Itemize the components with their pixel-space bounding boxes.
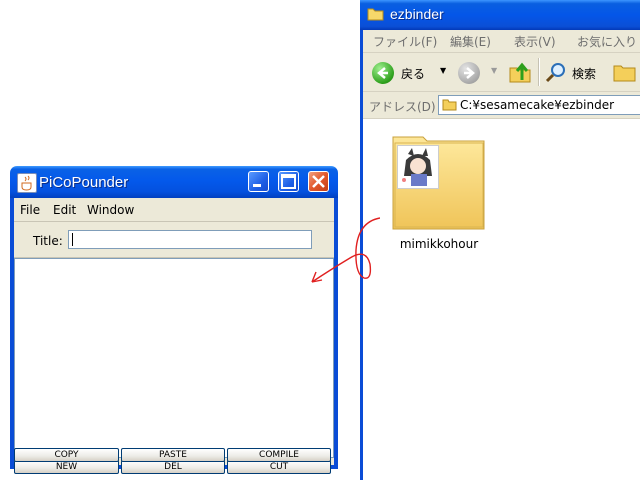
window-content: File Edit Window Title: NEW DEL CUT xyxy=(14,198,334,474)
menu-window[interactable]: Window xyxy=(87,203,134,217)
explorer-toolbar: 戻る ▼ ▼ 検索 xyxy=(363,53,640,92)
title-row: Title: xyxy=(14,223,334,258)
minimize-icon xyxy=(253,184,261,187)
menu-file[interactable]: ファイル(F) xyxy=(373,33,437,50)
menubar: File Edit Window xyxy=(14,198,334,222)
del-button[interactable]: DEL xyxy=(121,460,225,474)
forward-dropdown-icon[interactable]: ▼ xyxy=(491,66,497,75)
address-bar: アドレス(D) C:¥sesamecake¥ezbinder xyxy=(363,92,640,119)
compile-button[interactable]: COMPILE xyxy=(227,448,331,462)
menu-edit[interactable]: 編集(E) xyxy=(450,33,491,50)
explorer-title: ezbinder xyxy=(390,6,444,22)
back-button[interactable] xyxy=(372,62,394,84)
title-label: Title: xyxy=(33,234,63,248)
picopounder-window: PiCoPounder File Edit Window Title: NEW … xyxy=(10,166,338,474)
text-caret xyxy=(72,233,73,246)
explorer-titlebar[interactable]: ezbinder xyxy=(360,0,640,30)
folders-icon[interactable] xyxy=(613,62,637,82)
toolbar-separator xyxy=(538,58,540,86)
window-frame: File Edit Window Title: NEW DEL CUT xyxy=(10,198,338,474)
menu-file[interactable]: File xyxy=(20,203,40,217)
menu-view[interactable]: 表示(V) xyxy=(514,33,556,50)
folder-name[interactable]: mimikkohour xyxy=(384,237,494,251)
folder-icon xyxy=(442,99,457,111)
search-icon[interactable] xyxy=(544,61,568,85)
maximize-icon xyxy=(281,174,296,189)
back-label[interactable]: 戻る xyxy=(401,65,425,82)
back-dropdown-icon[interactable]: ▼ xyxy=(440,66,446,75)
explorer-menubar: ファイル(F) 編集(E) 表示(V) お気に入り xyxy=(363,30,640,53)
minimize-button[interactable] xyxy=(248,171,269,192)
annotation-arrow-icon xyxy=(311,217,380,283)
title-input[interactable] xyxy=(68,230,312,249)
editor-textarea[interactable] xyxy=(14,258,334,458)
folder-up-icon[interactable] xyxy=(508,60,532,84)
menu-favorites[interactable]: お気に入り xyxy=(577,33,637,50)
address-input[interactable]: C:¥sesamecake¥ezbinder xyxy=(438,95,640,115)
close-button[interactable] xyxy=(308,171,329,192)
java-cup-icon xyxy=(17,173,37,193)
folder-thumbnail-image xyxy=(397,145,439,189)
close-icon xyxy=(312,175,325,188)
paste-button[interactable]: PASTE xyxy=(121,448,225,462)
cut-button[interactable]: CUT xyxy=(227,460,331,474)
character-thumbnail-icon xyxy=(402,148,432,186)
menu-edit[interactable]: Edit xyxy=(53,203,76,217)
address-value: C:¥sesamecake¥ezbinder xyxy=(460,98,615,112)
arrow-left-icon xyxy=(377,67,388,79)
new-button[interactable]: NEW xyxy=(14,460,119,474)
search-label[interactable]: 検索 xyxy=(572,65,596,82)
window-title: PiCoPounder xyxy=(39,174,129,191)
arrow-right-icon xyxy=(464,67,475,79)
maximize-button[interactable] xyxy=(278,171,299,192)
folder-item[interactable] xyxy=(391,133,487,233)
folder-icon xyxy=(367,8,384,21)
copy-button[interactable]: COPY xyxy=(14,448,119,462)
forward-button[interactable] xyxy=(458,62,480,84)
picopounder-titlebar[interactable]: PiCoPounder xyxy=(10,166,338,198)
address-label: アドレス(D) xyxy=(369,100,436,114)
